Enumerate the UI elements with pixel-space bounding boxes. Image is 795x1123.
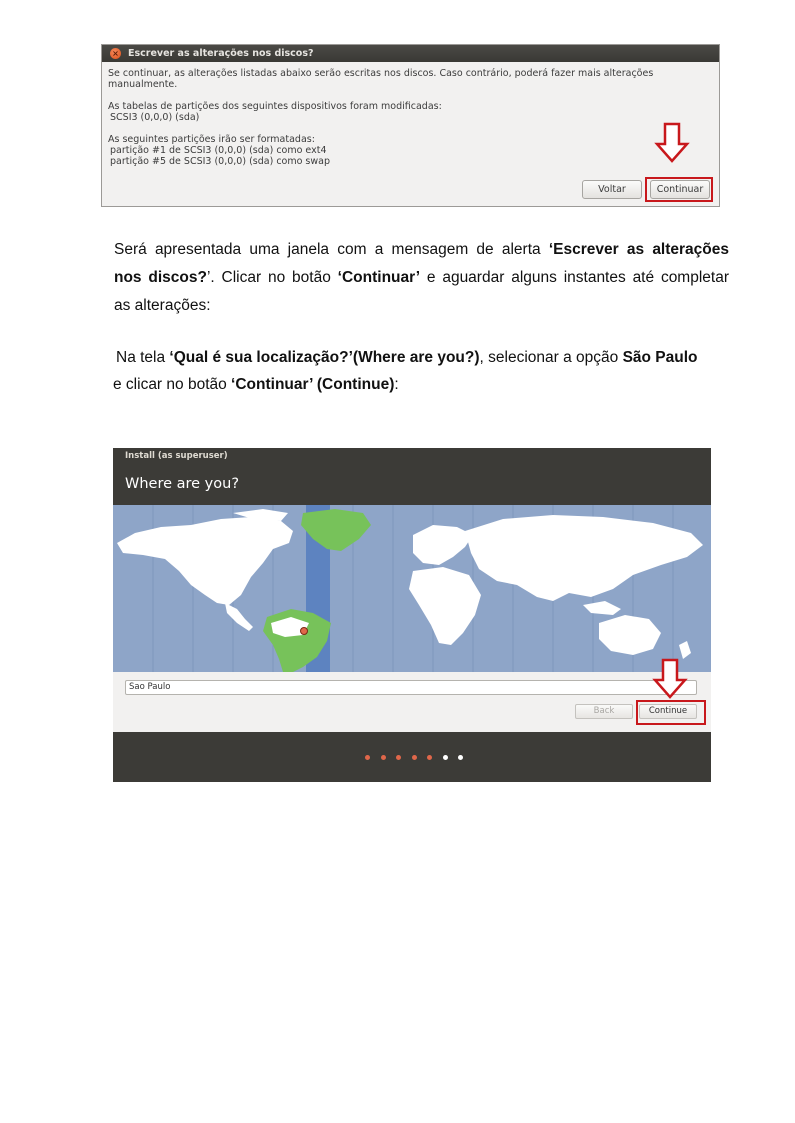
page-heading: Where are you?	[125, 476, 240, 492]
progress-step-dot	[365, 755, 370, 760]
world-timezone-map[interactable]	[113, 505, 711, 672]
progress-step-dot	[427, 755, 432, 760]
location-input[interactable]: Sao Paulo	[125, 680, 697, 695]
close-icon[interactable]: ×	[110, 48, 121, 59]
tables-device: SCSI3 (0,0,0) (sda)	[110, 112, 200, 123]
continuar-highlight-box	[645, 177, 713, 202]
location-pin-icon	[300, 627, 308, 635]
instruction-line: Será apresentada uma janela com a mensag…	[114, 241, 730, 258]
dialog-title: Escrever as alterações nos discos?	[128, 48, 314, 59]
instruction-line: nos discos?’. Clicar no botão ‘Continuar…	[114, 269, 729, 286]
format-item: partição #1 de SCSI3 (0,0,0) (sda) como …	[110, 145, 327, 156]
format-heading: As seguintes partições irão ser formatad…	[108, 134, 315, 145]
dialog-body: Se continuar, as alterações listadas aba…	[102, 62, 719, 167]
continue-highlight-box	[636, 700, 706, 725]
dialog-message: Se continuar, as alterações listadas aba…	[108, 68, 654, 90]
write-changes-dialog: × Escrever as alterações nos discos? Se …	[101, 44, 720, 207]
progress-step-dot	[458, 755, 463, 760]
instruction-line: e clicar no botão ‘Continuar’ (Continue)…	[113, 376, 399, 393]
progress-step-dot	[442, 755, 448, 760]
down-arrow-icon	[654, 122, 690, 163]
voltar-button[interactable]: Voltar	[582, 180, 642, 199]
progress-step-dot	[380, 755, 386, 760]
dialog-titlebar: × Escrever as alterações nos discos?	[102, 45, 719, 62]
installer-window: Install (as superuser) Where are you? Sa…	[113, 448, 711, 782]
back-button[interactable]: Back	[575, 704, 633, 719]
installer-header: Install (as superuser) Where are you?	[113, 448, 711, 505]
down-arrow-icon	[652, 658, 688, 699]
window-title: Install (as superuser)	[125, 451, 228, 461]
progress-step-dot	[396, 755, 401, 760]
tables-heading: As tabelas de partições dos seguintes di…	[108, 101, 442, 112]
progress-step-dot	[411, 755, 417, 760]
format-item: partição #5 de SCSI3 (0,0,0) (sda) como …	[110, 156, 331, 167]
instruction-line: as alterações:	[114, 297, 211, 314]
instruction-line: Na tela ‘Qual é sua localização?’(Where …	[116, 349, 698, 366]
